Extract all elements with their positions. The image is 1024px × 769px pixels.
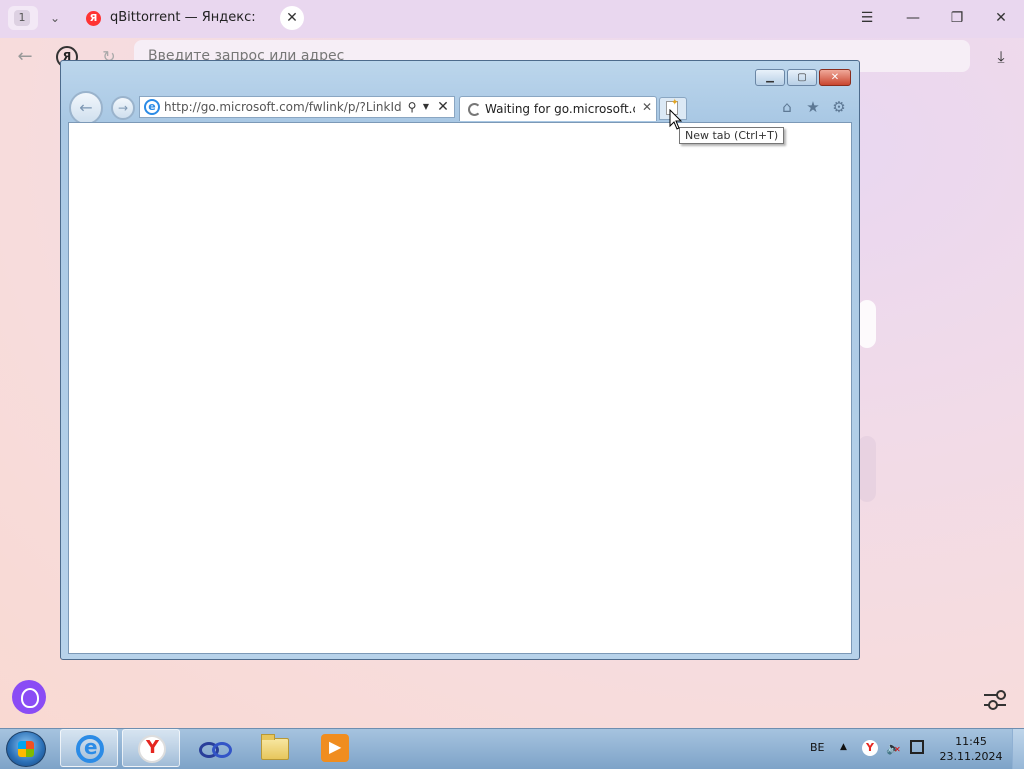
ie-tools-gear-icon[interactable]: ⚙ [829,96,849,118]
internet-explorer-icon [76,735,104,763]
yandex-tab-title: qBittorrent — Яндекс: наш [110,10,260,25]
ie-address-url[interactable]: http://go.microsoft.com/fwlink/p/?LinkId… [164,100,402,114]
taskbar-internet-explorer[interactable] [60,729,118,767]
ie-tab-close-icon[interactable]: ✕ [640,100,654,116]
yandex-side-card [858,436,876,502]
ie-minimize-icon[interactable]: ▁ [755,69,785,86]
yandex-menu-icon[interactable]: ☰ [852,6,882,30]
ie-favorites-star-icon[interactable]: ★ [803,96,823,118]
yandex-side-card [858,300,876,348]
ie-tab-loading[interactable]: Waiting for go.microsoft.c... ✕ [459,96,657,121]
windows-taskbar: BE ▲ Y 🔈 11:45 23.11.2024 [0,728,1024,769]
loading-spinner-icon [468,103,481,116]
network-icon[interactable] [910,740,924,754]
taskbar-infinity-app[interactable] [184,729,242,767]
ie-page-icon: e [144,99,160,115]
system-clock[interactable]: 11:45 23.11.2024 [936,734,1006,764]
tray-yandex-icon[interactable]: Y [862,740,878,756]
taskbar-yandex-browser[interactable] [122,729,180,767]
ie-back-arrow-icon[interactable]: ← [69,91,103,125]
yandex-close-icon[interactable]: ✕ [986,6,1016,30]
taskbar-file-explorer[interactable] [246,729,304,767]
customize-sliders-icon[interactable] [984,690,1008,710]
ie-maximize-icon[interactable]: ▢ [787,69,817,86]
ie-search-icon[interactable]: ⚲ [404,98,420,116]
ie-home-icon[interactable]: ⌂ [777,96,797,118]
tab-counter-button[interactable]: 1 [8,6,38,30]
yandex-browser-icon [138,735,166,763]
folder-icon [261,734,289,760]
clock-date: 23.11.2024 [939,750,1003,763]
yandex-restore-icon[interactable]: ❐ [942,6,972,30]
show-desktop-button[interactable] [1012,729,1024,769]
yandex-tab-qbittorrent[interactable]: Я qBittorrent — Яндекс: наш [78,4,268,32]
alice-assistant-icon[interactable] [12,680,46,714]
yandex-favicon-icon: Я [86,11,101,26]
ie-tab-title: Waiting for go.microsoft.c... [485,102,635,116]
ie-address-dropdown-icon[interactable]: ▼ [420,98,432,116]
clock-time: 11:45 [955,735,987,748]
language-indicator[interactable]: BE [810,741,825,754]
yandex-tab-close-icon[interactable]: ✕ [280,6,304,30]
ie-window-controls: ▁ ▢ ✕ [753,69,851,87]
volume-muted-icon[interactable]: 🔈 [886,741,901,755]
tab-list-chevron-down-icon[interactable]: ⌄ [42,6,68,30]
ie-stop-icon[interactable]: ✕ [434,97,452,117]
media-player-icon [321,734,349,762]
yandex-download-icon[interactable]: ⤓ [990,46,1012,68]
yandex-minimize-icon[interactable]: — [898,6,928,30]
internet-explorer-window: ▁ ▢ ✕ ← → e http://go.microsoft.com/fwli… [60,60,860,660]
taskbar-media-player[interactable] [306,729,364,767]
ie-close-icon[interactable]: ✕ [819,69,851,86]
yandex-back-icon[interactable]: ← [14,46,36,68]
ie-page-content[interactable] [68,122,852,654]
new-tab-tooltip: New tab (Ctrl+T) [679,127,785,144]
yandex-tab-bar: 1 ⌄ Я qBittorrent — Яндекс: наш ✕ ☰ — ❐ … [0,0,1024,38]
ie-forward-arrow-icon[interactable]: → [111,96,135,120]
show-hidden-icons-chevron-icon[interactable]: ▲ [840,742,847,752]
ie-toolbar-icons: ⌂ ★ ⚙ [777,96,853,118]
tab-count: 1 [14,10,30,26]
start-button[interactable] [6,731,46,767]
ie-address-bar[interactable]: e http://go.microsoft.com/fwlink/p/?Link… [139,96,455,118]
infinity-app-icon [199,734,232,762]
mouse-cursor-icon [669,109,683,130]
